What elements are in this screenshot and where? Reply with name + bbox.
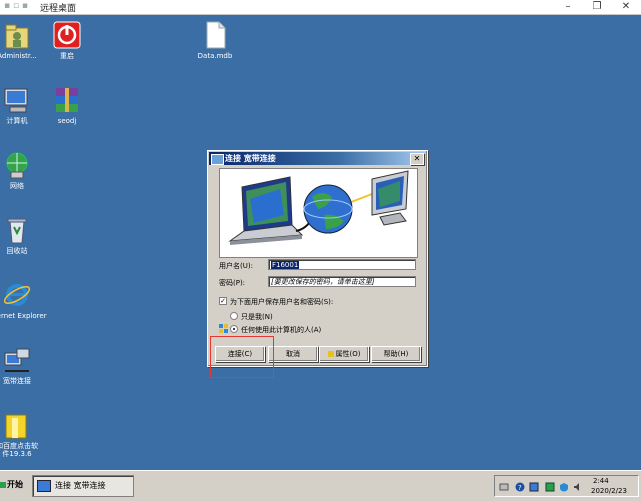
restore-button[interactable]: ❐ <box>582 0 612 14</box>
dialog-title-bar: 连接 宽带连接 ✕ <box>209 152 426 165</box>
folder-icon <box>2 410 32 440</box>
windows-logo-icon <box>0 481 6 488</box>
desktop-icon-baidu-folder[interactable]: 如百度点击软件19.3.6 <box>0 410 50 458</box>
desktop-icon-label: seodj <box>57 117 77 125</box>
winrar-icon <box>52 85 82 115</box>
title-bar-icon: ▪ ▫ ▪ <box>4 1 29 11</box>
properties-shield-icon <box>327 351 334 357</box>
dialog-close-button[interactable]: ✕ <box>410 153 424 165</box>
desktop-icon-label: 如百度点击软件19.3.6 <box>0 442 38 458</box>
broadband-icon <box>2 345 32 375</box>
only-me-radio[interactable] <box>230 312 238 320</box>
desktop-icon-label: 网络 <box>10 182 24 190</box>
network-connection-icon <box>211 154 224 165</box>
desktop-icon-label: Internet Explorer <box>0 312 47 320</box>
desktop-icon-label: Data.mdb <box>197 52 233 60</box>
shield-icon <box>219 324 228 333</box>
password-label: 密码(P): <box>219 279 246 287</box>
user-folder-icon <box>2 20 32 50</box>
recycle-bin-icon <box>2 215 32 245</box>
task-computer-icon <box>37 479 51 492</box>
remote-desktop-title-bar: ▪ ▫ ▪ 远程桌面 – ❐ ✕ <box>0 0 641 15</box>
start-button[interactable]: 开始 <box>0 475 26 495</box>
desktop-icon-label: 回收站 <box>6 247 28 255</box>
properties-label: 属性(O) <box>335 350 361 358</box>
svg-text:?: ? <box>518 484 522 492</box>
system-tray: ? 2:44 2020/2/23 <box>494 475 639 497</box>
help-button[interactable]: 帮助(H) <box>371 346 421 362</box>
ie-icon <box>2 280 32 310</box>
connect-dialog: 连接 宽带连接 ✕ 用户名(U): F16001 密码(P): [要更改保存的密… <box>207 150 428 367</box>
computer-icon <box>2 85 32 115</box>
save-password-label: 为下面用户保存用户名和密码(S): <box>230 298 334 306</box>
taskbar-item-connect[interactable]: 连接 宽带连接 <box>32 475 134 497</box>
help-tray-icon[interactable]: ? <box>515 482 525 492</box>
window-title: 远程桌面 <box>40 4 77 14</box>
desktop-icon-data-mdb[interactable]: Data.mdb <box>182 20 248 60</box>
only-me-label: 只是我(N) <box>241 313 273 321</box>
close-button[interactable]: ✕ <box>611 0 641 14</box>
restart-icon <box>52 20 82 50</box>
shield-tray-icon[interactable] <box>559 482 569 492</box>
desktop-icon-network[interactable]: 网络 <box>0 150 50 190</box>
desktop-icon-restart[interactable]: 重启 <box>34 20 100 60</box>
password-field[interactable]: [要更改保存的密码，请单击这里] <box>268 276 416 287</box>
username-value: F16001 <box>271 261 300 269</box>
connection-banner-image <box>219 168 418 258</box>
desktop-icon-label: 重启 <box>60 52 74 60</box>
desktop-icon-seodj[interactable]: seodj <box>34 85 100 125</box>
properties-button[interactable]: 属性(O) <box>319 346 369 362</box>
clock-time: 2:44 <box>593 477 609 485</box>
network-icon <box>2 150 32 180</box>
app-tray-icon[interactable] <box>545 482 555 492</box>
anyone-label: 任何使用此计算机的人(A) <box>241 326 322 334</box>
speaker-tray-icon[interactable] <box>573 482 583 492</box>
cancel-button[interactable]: 取消 <box>268 346 318 362</box>
clock-date: 2020/2/23 <box>591 487 627 495</box>
anyone-radio[interactable] <box>230 325 238 333</box>
connection-tray-icon[interactable] <box>529 482 539 492</box>
username-field[interactable]: F16001 <box>268 259 416 270</box>
minimize-button[interactable]: – <box>553 0 583 14</box>
save-password-checkbox[interactable]: ✓ <box>219 297 227 305</box>
desktop-icon-label: 宽带连接 <box>3 377 31 385</box>
highlight-rectangle <box>210 336 274 378</box>
taskbar: 开始 连接 宽带连接 ? 2:44 2020/2/23 <box>0 470 641 501</box>
password-value: [要更改保存的密码，请单击这里] <box>271 278 375 286</box>
file-icon <box>200 20 230 50</box>
network-tray-icon[interactable] <box>499 482 509 492</box>
username-label: 用户名(U): <box>219 262 253 270</box>
dialog-title: 连接 宽带连接 <box>225 154 276 163</box>
desktop-icon-recycle-bin[interactable]: 回收站 <box>0 215 50 255</box>
laptop-globe-computer-illustration <box>228 170 409 245</box>
start-label: 开始 <box>7 480 23 489</box>
desktop-icon-internet-explorer[interactable]: Internet Explorer <box>0 280 50 320</box>
task-label: 连接 宽带连接 <box>55 481 106 490</box>
desktop-icon-broadband[interactable]: 宽带连接 <box>0 345 50 385</box>
